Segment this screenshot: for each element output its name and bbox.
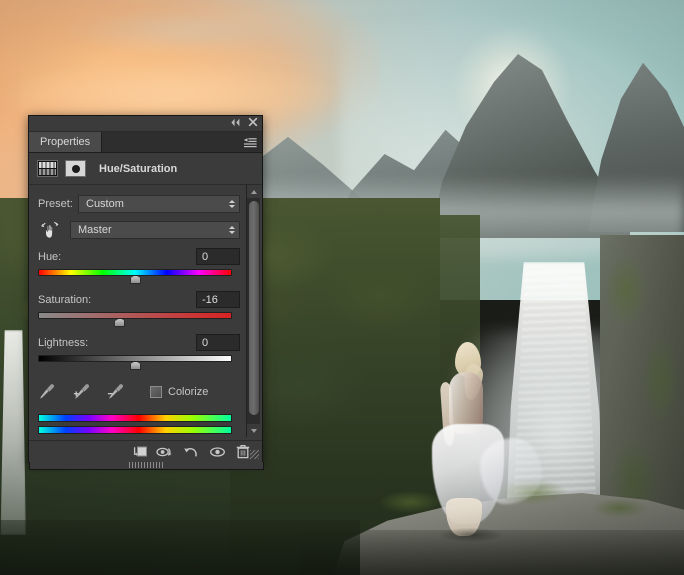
tab-properties[interactable]: Properties (29, 132, 102, 152)
hue-value-input[interactable]: 0 (196, 248, 240, 265)
hue-slider-track[interactable] (38, 269, 232, 276)
toggle-previous-state-button[interactable] (152, 442, 178, 462)
sampler-row: Colorize (38, 383, 240, 401)
colorize-control[interactable]: Colorize (150, 386, 208, 398)
channel-row: Master (38, 220, 240, 240)
channel-value: Master (78, 224, 112, 236)
saturation-value-input[interactable]: -16 (196, 291, 240, 308)
cloud-wisp (60, 8, 320, 53)
colorize-label: Colorize (168, 386, 208, 398)
resize-grip-icon[interactable] (250, 450, 259, 459)
panel-scrollbar[interactable] (246, 185, 260, 437)
collapse-to-icons-icon[interactable] (230, 118, 241, 127)
panel-titlebar[interactable] (29, 116, 262, 132)
preset-value: Custom (86, 198, 124, 210)
close-icon[interactable] (248, 117, 258, 127)
on-image-adjustment-hand-icon[interactable] (38, 220, 66, 240)
adjustment-layer-icon[interactable] (37, 160, 58, 177)
toggle-visibility-button[interactable] (204, 442, 230, 462)
lightness-slider-knob[interactable] (130, 361, 141, 370)
lightness-slider-track[interactable] (38, 355, 232, 362)
saturation-slider-track[interactable] (38, 312, 232, 319)
adjustment-header: Hue/Saturation (29, 153, 262, 185)
panel-menu-icon[interactable] (243, 137, 257, 148)
spectrum-bar-result[interactable] (38, 426, 232, 434)
panel-drag-handle[interactable] (129, 462, 163, 468)
scroll-down-icon[interactable] (247, 424, 261, 437)
color-range-spectrum (38, 414, 240, 434)
saturation-slider-block: Saturation: -16 (38, 291, 240, 326)
tab-properties-label: Properties (40, 136, 90, 148)
chevron-updown-icon (229, 226, 235, 234)
scrollbar-thumb[interactable] (249, 201, 259, 415)
hue-value: 0 (202, 251, 208, 263)
eyedropper-tool-icon[interactable] (38, 383, 58, 401)
lightness-value: 0 (202, 337, 208, 349)
saturation-label: Saturation: (38, 294, 91, 306)
lightness-slider-block: Lightness: 0 (38, 334, 240, 369)
spectrum-bar-source[interactable] (38, 414, 232, 422)
preset-label: Preset: (38, 198, 78, 210)
reset-button[interactable] (178, 442, 204, 462)
hue-slider-knob[interactable] (130, 275, 141, 284)
page-title: Hue/Saturation (99, 163, 177, 175)
preset-dropdown[interactable]: Custom (78, 195, 240, 213)
lightness-label: Lightness: (38, 337, 88, 349)
colorize-checkbox[interactable] (150, 386, 162, 398)
lightness-value-input[interactable]: 0 (196, 334, 240, 351)
panel-tabbar[interactable]: Properties (29, 132, 262, 153)
eyedropper-add-tool-icon[interactable] (72, 383, 92, 401)
panel-body: Preset: Custom (29, 185, 262, 437)
foreground-shadow (0, 520, 360, 575)
figure-shadow (440, 528, 502, 542)
screen: Properties Hue/Saturation (0, 0, 684, 575)
panel-footer (29, 440, 262, 462)
hue-label: Hue: (38, 251, 61, 263)
clip-to-layer-button[interactable] (126, 442, 152, 462)
properties-panel[interactable]: Properties Hue/Saturation (28, 115, 263, 463)
eyedropper-subtract-tool-icon[interactable] (106, 383, 126, 401)
saturation-slider-knob[interactable] (114, 318, 125, 327)
hue-slider-block: Hue: 0 (38, 248, 240, 283)
scroll-up-icon[interactable] (247, 185, 261, 198)
layer-mask-icon[interactable] (65, 160, 86, 177)
channel-dropdown[interactable]: Master (70, 221, 240, 239)
saturation-value: -16 (202, 294, 218, 306)
chevron-updown-icon (229, 200, 235, 208)
preset-row: Preset: Custom (38, 195, 240, 213)
